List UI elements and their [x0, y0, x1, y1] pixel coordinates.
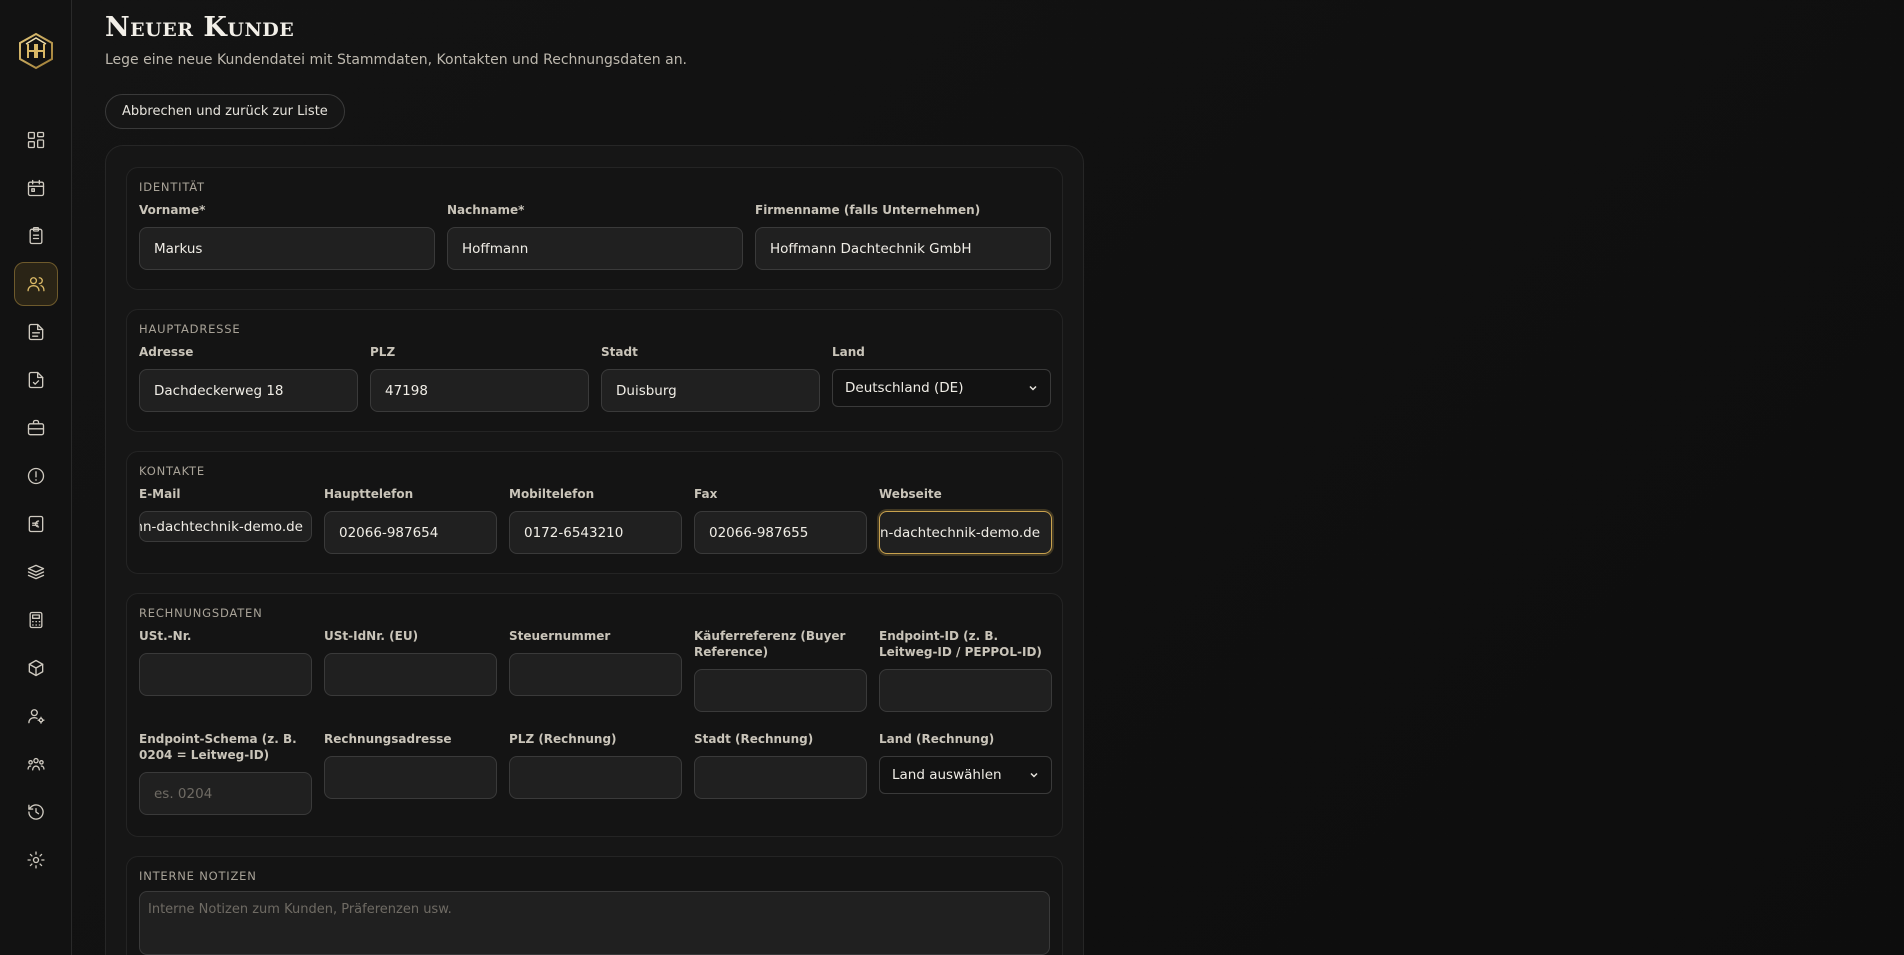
- sidebar-item-documents[interactable]: [14, 310, 58, 354]
- customer-form: Identität Vorname* Markus Nachname* Hoff…: [105, 145, 1084, 955]
- sidebar-item-calculator[interactable]: [14, 598, 58, 642]
- billing-address-label: Rechnungsadresse: [324, 732, 452, 746]
- vat-id-input[interactable]: [324, 653, 497, 696]
- mobile-label: Mobiltelefon: [509, 487, 595, 501]
- calculator-icon: [29, 611, 43, 629]
- section-title-billing: Rechnungsdaten: [139, 606, 263, 620]
- last-name-input[interactable]: Hoffmann: [447, 227, 743, 270]
- vat-id-label: USt-IdNr. (EU): [324, 629, 419, 643]
- company-label: Firmenname (falls Unternehmen): [755, 203, 981, 217]
- endpoint-id-label: Endpoint-ID (z. B. Leitweg-ID / PEPPOL-I…: [879, 629, 1042, 659]
- chevron-down-icon: [1029, 385, 1037, 391]
- billing-city-label: Stadt (Rechnung): [694, 732, 814, 746]
- section-title-contacts: Kontakte: [139, 464, 205, 478]
- sidebar-item-materials[interactable]: [14, 550, 58, 594]
- street-input[interactable]: Dachdeckerweg 18: [139, 369, 358, 412]
- vat-input[interactable]: [139, 653, 312, 696]
- document-check-icon: [28, 371, 44, 389]
- email-input[interactable]: ıann-dachtechnik-demo.de: [139, 511, 312, 542]
- package-icon: [28, 659, 44, 677]
- tax-number-input[interactable]: [509, 653, 682, 696]
- phone-input[interactable]: 02066-987654: [324, 511, 497, 554]
- country-label: Land: [832, 345, 865, 359]
- endpoint-id-input[interactable]: [879, 669, 1052, 712]
- sidebar-item-settings[interactable]: [14, 838, 58, 882]
- sidebar-item-dashboard[interactable]: [14, 118, 58, 162]
- notes-textarea[interactable]: Interne Notizen zum Kunden, Präferenzen …: [139, 891, 1050, 955]
- section-title-notes: Interne Notizen: [139, 869, 257, 883]
- city-label: Stadt: [601, 345, 638, 359]
- fax-input[interactable]: 02066-987655: [694, 511, 867, 554]
- dashboard-icon: [27, 131, 45, 149]
- billing-zip-input[interactable]: [509, 756, 682, 799]
- billing-country-label: Land (Rechnung): [879, 732, 995, 746]
- notes-section: Interne Notizen Interne Notizen zum Kund…: [126, 856, 1063, 955]
- page-title: Neuer Kunde: [105, 12, 295, 43]
- users-icon: [27, 277, 45, 292]
- sidebar-item-invoices[interactable]: [14, 502, 58, 546]
- email-label: E-Mail: [139, 487, 181, 501]
- back-to-list-button[interactable]: Abbrechen und zurück zur Liste: [105, 94, 345, 129]
- billing-country-select[interactable]: Land auswählen: [879, 756, 1052, 794]
- city-input[interactable]: Duisburg: [601, 369, 820, 412]
- sidebar-item-history[interactable]: [14, 790, 58, 834]
- website-input-text: nn-dachtechnik-demo.de: [879, 524, 1040, 541]
- street-label: Adresse: [139, 345, 194, 359]
- settings-icon: [27, 851, 45, 869]
- sidebar-item-issues[interactable]: [14, 454, 58, 498]
- briefcase-icon: [27, 419, 45, 436]
- sidebar-item-projects[interactable]: [14, 406, 58, 450]
- last-name-label: Nachname*: [447, 203, 525, 217]
- sidebar-item-team[interactable]: [14, 742, 58, 786]
- zip-input[interactable]: 47198: [370, 369, 589, 412]
- sidebar-item-products[interactable]: [14, 646, 58, 690]
- logo-icon[interactable]: [18, 32, 54, 70]
- buyer-reference-label: Käuferreferenz (Buyer Reference): [694, 629, 846, 659]
- clipboard-icon: [29, 227, 43, 245]
- tax-number-label: Steuernummer: [509, 629, 611, 643]
- first-name-label: Vorname*: [139, 203, 206, 217]
- sidebar-item-tasks[interactable]: [14, 214, 58, 258]
- user-settings-icon: [28, 709, 45, 724]
- endpoint-schema-input[interactable]: es. 0204: [139, 772, 312, 815]
- sidebar-item-user-settings[interactable]: [14, 694, 58, 738]
- document-icon: [28, 323, 44, 341]
- endpoint-schema-label: Endpoint-Schema (z. B. 0204 = Leitweg-ID…: [139, 732, 297, 762]
- billing-zip-label: PLZ (Rechnung): [509, 732, 617, 746]
- fax-label: Fax: [694, 487, 718, 501]
- team-icon: [27, 757, 45, 771]
- billing-city-input[interactable]: [694, 756, 867, 799]
- address-section: Hauptadresse Adresse Dachdeckerweg 18 PL…: [126, 309, 1063, 432]
- billing-section: Rechnungsdaten USt.-Nr. USt-IdNr. (EU) S…: [126, 593, 1063, 837]
- country-select[interactable]: Deutschland (DE): [832, 369, 1051, 407]
- section-title-identity: Identität: [139, 180, 205, 194]
- vat-label: USt.-Nr.: [139, 629, 192, 643]
- page-subtitle: Lege eine neue Kundendatei mit Stammdate…: [105, 52, 688, 68]
- company-input[interactable]: Hoffmann Dachtechnik GmbH: [755, 227, 1051, 270]
- euro-receipt-icon: [28, 515, 44, 533]
- sidebar-item-approved-documents[interactable]: [14, 358, 58, 402]
- sidebar: [0, 0, 72, 955]
- mobile-input[interactable]: 0172-6543210: [509, 511, 682, 554]
- stack-icon: [27, 564, 45, 580]
- website-input[interactable]: nn-dachtechnik-demo.de: [879, 511, 1052, 554]
- sidebar-item-customers[interactable]: [14, 262, 58, 306]
- chevron-down-icon: [1030, 772, 1038, 778]
- zip-label: PLZ: [370, 345, 396, 359]
- calendar-icon: [27, 179, 45, 197]
- billing-country-select-value: Land auswählen: [892, 767, 1002, 783]
- history-icon: [28, 804, 44, 820]
- country-select-value: Deutschland (DE): [845, 380, 964, 396]
- buyer-reference-input[interactable]: [694, 669, 867, 712]
- section-title-address: Hauptadresse: [139, 322, 241, 336]
- alert-circle-icon: [27, 467, 45, 485]
- first-name-input[interactable]: Markus: [139, 227, 435, 270]
- billing-address-input[interactable]: [324, 756, 497, 799]
- sidebar-item-calendar[interactable]: [14, 166, 58, 210]
- website-label: Webseite: [879, 487, 942, 501]
- identity-section: Identität Vorname* Markus Nachname* Hoff…: [126, 167, 1063, 290]
- contacts-section: Kontakte E-Mail ıann-dachtechnik-demo.de…: [126, 451, 1063, 574]
- phone-label: Haupttelefon: [324, 487, 414, 501]
